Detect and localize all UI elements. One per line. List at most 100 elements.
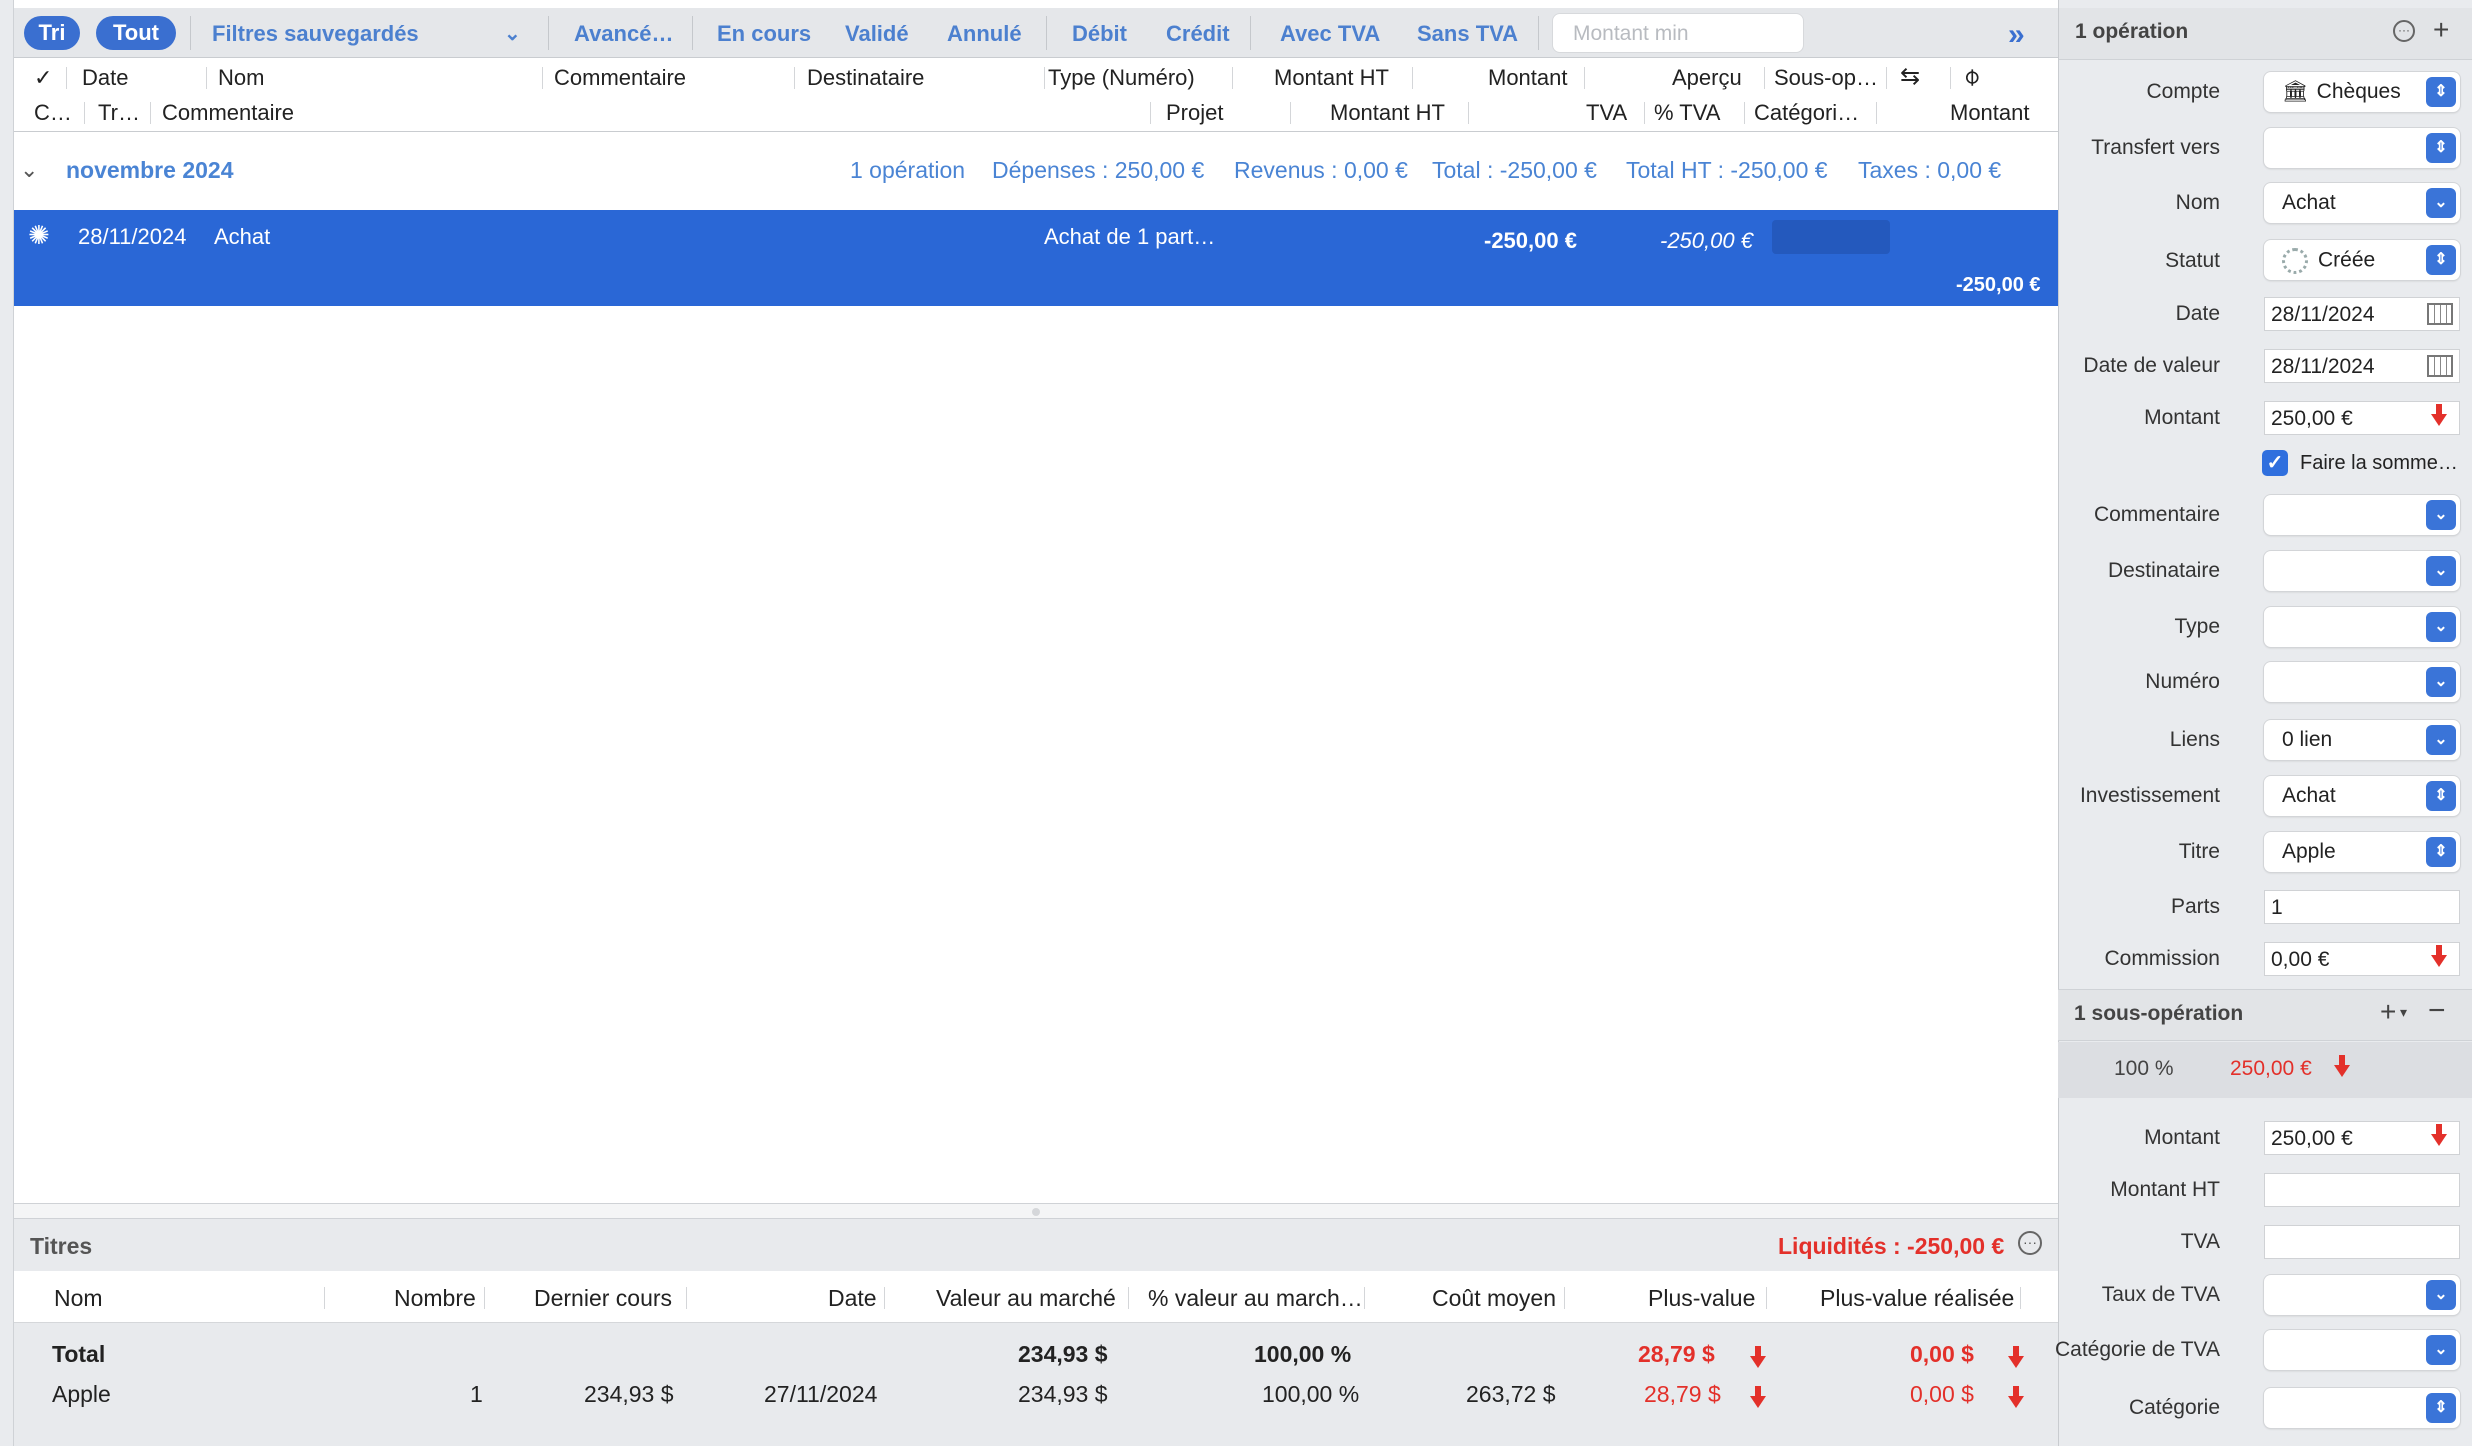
min-amount-input[interactable]: Montant min	[1552, 13, 1804, 53]
recipient-label: Destinataire	[2107, 559, 2220, 582]
cancelled-filter[interactable]: Annulé	[947, 21, 1022, 47]
calendar-icon[interactable]	[2427, 355, 2453, 377]
credit-filter[interactable]: Crédit	[1166, 21, 1230, 47]
sub-ht-field[interactable]	[2264, 1173, 2460, 1207]
comment-select[interactable]: ⌄	[2264, 495, 2460, 535]
without-vat-filter[interactable]: Sans TVA	[1417, 21, 1518, 47]
saved-filters-dropdown[interactable]: Filtres sauvegardés	[212, 21, 419, 47]
down-arrow-icon[interactable]	[2423, 404, 2447, 432]
sub-category-select[interactable]: ⇕	[2264, 1388, 2460, 1428]
separator	[1538, 16, 1539, 50]
sort-button[interactable]: Tri	[24, 15, 80, 50]
amount-field[interactable]: 250,00 €	[2264, 401, 2460, 435]
shares-field[interactable]: 1	[2264, 890, 2460, 924]
date-field[interactable]: 28/11/2024	[2264, 297, 2460, 331]
col-project[interactable]: Projet	[1166, 100, 1223, 126]
with-vat-filter[interactable]: Avec TVA	[1280, 21, 1380, 47]
sub-amount-field[interactable]: 250,00 €	[2264, 1121, 2460, 1155]
col-category[interactable]: Catégori…	[1754, 100, 1859, 126]
chevron-down-icon[interactable]: ⌄	[20, 157, 38, 183]
sec-col-name[interactable]: Nom	[54, 1285, 103, 1312]
remove-icon[interactable]: −	[2428, 994, 2446, 1028]
split-divider[interactable]	[14, 1203, 2058, 1219]
preview-thumbnail	[1772, 220, 1890, 254]
sec-col-market-pct[interactable]: % valeur au march…	[1148, 1285, 1363, 1312]
chevron-down-icon[interactable]: ▾	[2400, 1004, 2407, 1021]
month-group-row[interactable]: ⌄ novembre 2024 1 opération Dépenses : 2…	[14, 135, 2058, 209]
all-filter-button[interactable]: Tout	[96, 15, 176, 50]
sub-operation-row[interactable]: 100 % 250,00 €	[2058, 1042, 2472, 1098]
transfer-select[interactable]: ⇕	[2264, 128, 2460, 168]
col-comment[interactable]: Commentaire	[554, 65, 686, 91]
amount-label: Montant	[2144, 406, 2220, 429]
down-arrow-icon[interactable]	[2423, 945, 2447, 973]
transaction-row[interactable]: ✺ 28/11/2024 Achat Achat de 1 part… -250…	[14, 210, 2058, 306]
col-date[interactable]: Date	[82, 65, 128, 91]
transactions-pane: Tri Tout Filtres sauvegardés ⌄ Avancé… E…	[0, 0, 2058, 1446]
sum-checkbox[interactable]: ✓	[2262, 450, 2288, 476]
col-amount-ht[interactable]: Montant HT	[1274, 65, 1389, 91]
links-select[interactable]: 0 lien ⌄	[2264, 720, 2460, 760]
transaction-amount: -250,00 €	[1660, 228, 1753, 253]
total-market-pct: 100,00 %	[1254, 1341, 1352, 1367]
more-options-icon[interactable]: ···	[2018, 1231, 2042, 1255]
sub-vat-category-select[interactable]: ⌄	[2264, 1330, 2460, 1370]
number-select[interactable]: ⌄	[2264, 662, 2460, 702]
col-recipient[interactable]: Destinataire	[807, 65, 924, 91]
chevron-down-icon[interactable]: ⌄	[504, 21, 521, 46]
sec-col-quantity[interactable]: Nombre	[394, 1285, 476, 1312]
sub-operation-amount: 250,00 €	[2230, 1057, 2312, 1080]
recipient-select[interactable]: ⌄	[2264, 551, 2460, 591]
value-date-field[interactable]: 28/11/2024	[2264, 349, 2460, 383]
col-amount-2[interactable]: Montant	[1950, 100, 2030, 126]
calendar-icon[interactable]	[2427, 303, 2453, 325]
sec-col-avg-cost[interactable]: Coût moyen	[1432, 1285, 1556, 1312]
col-sub-op[interactable]: Sous-op…	[1774, 65, 1878, 91]
type-select[interactable]: ⌄	[2264, 607, 2460, 647]
links-label: Liens	[2169, 728, 2220, 751]
investment-select[interactable]: Achat ⇕	[2264, 776, 2460, 816]
account-select[interactable]: 🏛 Chèques ⇕	[2264, 72, 2460, 112]
debit-filter[interactable]: Débit	[1072, 21, 1127, 47]
add-icon[interactable]: +	[2433, 14, 2449, 46]
col-vat-pct[interactable]: % TVA	[1654, 100, 1720, 126]
status-select[interactable]: Créée ⇕	[2264, 240, 2460, 280]
double-chevron-right-icon[interactable]: »	[2008, 18, 2025, 52]
commission-field[interactable]: 0,00 €	[2264, 942, 2460, 976]
col-name[interactable]: Nom	[218, 65, 264, 91]
paperclip-icon[interactable]: ⌀	[1956, 61, 1987, 92]
col-tr[interactable]: Tr…	[98, 100, 140, 126]
total-gain: 28,79 $	[1638, 1341, 1715, 1367]
col-type[interactable]: Type (Numéro)	[1048, 65, 1195, 91]
filter-bar: Tri Tout Filtres sauvegardés ⌄ Avancé… E…	[14, 8, 2058, 58]
col-check[interactable]: ✓	[34, 65, 52, 91]
sec-col-last-price[interactable]: Dernier cours	[534, 1285, 672, 1312]
validated-filter[interactable]: Validé	[845, 21, 909, 47]
down-arrow-icon[interactable]	[2423, 1124, 2447, 1152]
security-select[interactable]: Apple ⇕	[2264, 832, 2460, 872]
col-vat[interactable]: TVA	[1586, 100, 1627, 126]
sub-vat-field[interactable]	[2264, 1225, 2460, 1259]
sec-col-market-value[interactable]: Valeur au marché	[936, 1285, 1116, 1312]
col-amount[interactable]: Montant	[1488, 65, 1568, 91]
sec-col-gain[interactable]: Plus-value	[1648, 1285, 1755, 1312]
col-amount-ht-2[interactable]: Montant HT	[1330, 100, 1445, 126]
sec-col-date[interactable]: Date	[828, 1285, 877, 1312]
chevron-down-icon: ⌄	[2426, 1280, 2456, 1310]
separator	[1250, 16, 1251, 50]
more-options-icon[interactable]: ···	[2393, 20, 2415, 42]
col-comment-2[interactable]: Commentaire	[162, 100, 294, 126]
name-select[interactable]: Achat ⌄	[2264, 183, 2460, 223]
sec-col-realized-gain[interactable]: Plus-value réalisée	[1820, 1285, 2014, 1312]
down-arrow-icon	[2326, 1054, 2350, 1080]
sub-vat-rate-select[interactable]: ⌄	[2264, 1275, 2460, 1315]
sub-vat-rate-label: Taux de TVA	[2101, 1283, 2220, 1306]
col-preview[interactable]: Aperçu	[1672, 65, 1742, 91]
add-icon[interactable]: +	[2380, 996, 2396, 1028]
in-progress-filter[interactable]: En cours	[717, 21, 811, 47]
updown-icon: ⇕	[2426, 133, 2456, 163]
col-c[interactable]: C…	[34, 100, 72, 126]
transfer-arrows-icon[interactable]: ⇆	[1900, 62, 1920, 91]
chevron-down-icon: ⌄	[2426, 556, 2456, 586]
advanced-filter[interactable]: Avancé…	[574, 21, 673, 47]
